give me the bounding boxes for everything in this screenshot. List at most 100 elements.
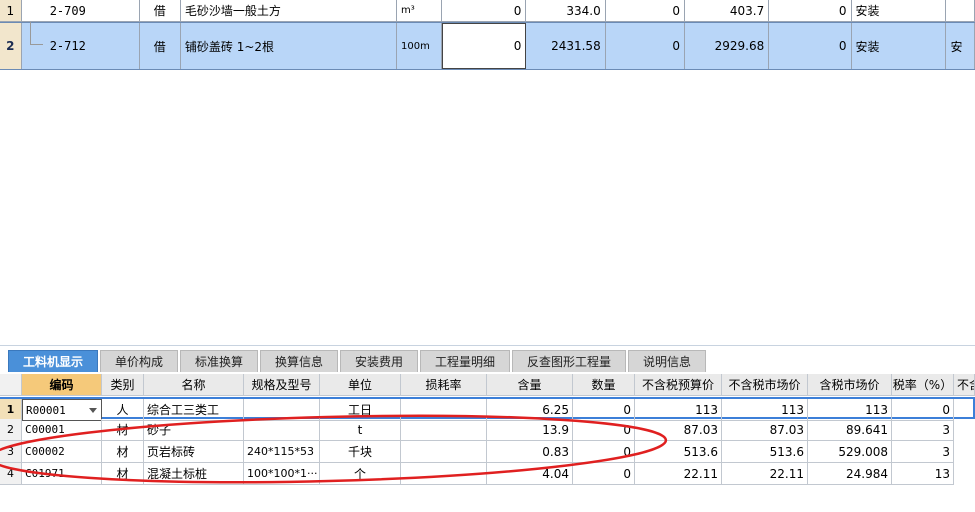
quota-value[interactable]: 0: [606, 23, 686, 69]
tax-rate-cell[interactable]: 3: [892, 441, 954, 463]
market-price-cell[interactable]: 87.03: [722, 419, 808, 441]
col-header-tax-market-price[interactable]: 含税市场价: [808, 374, 892, 396]
type-cell[interactable]: 材: [102, 441, 144, 463]
tax-market-price-cell[interactable]: 529.008: [808, 441, 892, 463]
row-number[interactable]: 3: [0, 441, 22, 463]
tax-market-price-cell[interactable]: 113: [808, 399, 892, 421]
content-cell[interactable]: 0.83: [487, 441, 573, 463]
spec-cell[interactable]: 100*100*1···: [244, 463, 320, 485]
quantity-cell[interactable]: 0: [573, 419, 635, 441]
quota-value[interactable]: 0: [606, 0, 686, 21]
budget-price-cell[interactable]: 513.6: [635, 441, 722, 463]
col-header-code[interactable]: 编码: [22, 374, 102, 396]
table-row[interactable]: 1 R00001 人 综合工三类工 工日 6.25 0 113 113 113 …: [0, 397, 975, 421]
quota-type[interactable]: 借: [140, 23, 181, 69]
row-number[interactable]: 4: [0, 463, 22, 485]
tab-description[interactable]: 说明信息: [628, 350, 706, 372]
unit-cell[interactable]: 工日: [320, 399, 401, 421]
content-cell[interactable]: 4.04: [487, 463, 573, 485]
col-header-budget-price[interactable]: 不含税预算价: [635, 374, 722, 396]
col-header-market-price[interactable]: 不含税市场价: [722, 374, 808, 396]
quantity-cell[interactable]: 0: [573, 441, 635, 463]
loss-cell[interactable]: [401, 463, 487, 485]
loss-cell[interactable]: [401, 419, 487, 441]
tab-reverse-graphic-quantity[interactable]: 反查图形工程量: [512, 350, 626, 372]
tax-rate-cell[interactable]: 3: [892, 419, 954, 441]
content-cell[interactable]: 6.25: [487, 399, 573, 421]
quota-extra[interactable]: 安: [946, 23, 975, 69]
row-number[interactable]: 2: [0, 23, 22, 69]
budget-price-cell[interactable]: 87.03: [635, 419, 722, 441]
col-header-unit[interactable]: 单位: [320, 374, 401, 396]
name-cell[interactable]: 综合工三类工: [144, 399, 244, 421]
quota-price[interactable]: 2431.58: [526, 23, 606, 69]
unit-cell[interactable]: 个: [320, 463, 401, 485]
content-cell[interactable]: 13.9: [487, 419, 573, 441]
quota-value[interactable]: 2929.68: [685, 23, 770, 69]
col-header-name[interactable]: 名称: [144, 374, 244, 396]
spec-cell[interactable]: [244, 419, 320, 441]
row-number[interactable]: 1: [0, 399, 22, 421]
unit-cell[interactable]: 千块: [320, 441, 401, 463]
quota-value[interactable]: 403.7: [685, 0, 770, 21]
type-cell[interactable]: 材: [102, 463, 144, 485]
code-cell[interactable]: C01971: [22, 463, 102, 485]
tab-install-fee[interactable]: 安装费用: [340, 350, 418, 372]
quota-extra[interactable]: [946, 0, 975, 21]
code-cell[interactable]: C00002: [22, 441, 102, 463]
quantity-cell[interactable]: 0: [573, 399, 635, 421]
spec-cell[interactable]: 240*115*53: [244, 441, 320, 463]
quota-value[interactable]: 0: [769, 0, 852, 21]
spec-cell[interactable]: [244, 399, 320, 421]
col-header-tax-rate[interactable]: 税率（%）: [892, 374, 954, 396]
quota-row-selected[interactable]: 2 2-712 借 铺砂盖砖 1~2根 100m 0 2431.58 0 292…: [0, 22, 975, 70]
type-cell[interactable]: 人: [102, 399, 144, 421]
type-cell[interactable]: 材: [102, 419, 144, 441]
quota-price[interactable]: 334.0: [526, 0, 606, 21]
chevron-down-icon[interactable]: [89, 408, 97, 413]
name-cell[interactable]: 混凝土标桩: [144, 463, 244, 485]
col-header-loss-rate[interactable]: 损耗率: [401, 374, 487, 396]
code-cell[interactable]: C00001: [22, 419, 102, 441]
quantity-cell[interactable]: 0: [573, 463, 635, 485]
quota-value[interactable]: 0: [769, 23, 852, 69]
col-header-spec[interactable]: 规格及型号: [244, 374, 320, 396]
quota-unit[interactable]: m³: [397, 0, 443, 21]
quota-category[interactable]: 安装: [852, 23, 947, 69]
tax-rate-cell[interactable]: 13: [892, 463, 954, 485]
quota-name[interactable]: 毛砂沙墙一般土方: [181, 0, 398, 21]
code-dropdown[interactable]: R00001: [22, 399, 102, 421]
quota-type[interactable]: 借: [140, 0, 181, 21]
col-header-more[interactable]: 不含: [954, 374, 975, 396]
budget-price-cell[interactable]: 22.11: [635, 463, 722, 485]
col-header-content[interactable]: 含量: [487, 374, 573, 396]
quota-code[interactable]: 2-709: [22, 0, 140, 21]
tab-standard-conversion[interactable]: 标准换算: [180, 350, 258, 372]
quota-quantity[interactable]: 0: [442, 0, 527, 21]
quota-name[interactable]: 铺砂盖砖 1~2根: [181, 23, 397, 69]
name-cell[interactable]: 砂子: [144, 419, 244, 441]
quota-category[interactable]: 安装: [852, 0, 947, 21]
table-row[interactable]: 3 C00002 材 页岩标砖 240*115*53 千块 0.83 0 513…: [0, 441, 975, 463]
loss-cell[interactable]: [401, 441, 487, 463]
market-price-cell[interactable]: 113: [722, 399, 808, 421]
market-price-cell[interactable]: 22.11: [722, 463, 808, 485]
tab-resource-display[interactable]: 工料机显示: [8, 350, 98, 372]
tax-market-price-cell[interactable]: 89.641: [808, 419, 892, 441]
col-header-type[interactable]: 类别: [102, 374, 144, 396]
row-number[interactable]: 1: [0, 0, 22, 21]
tax-rate-cell[interactable]: 0: [892, 399, 954, 421]
tax-market-price-cell[interactable]: 24.984: [808, 463, 892, 485]
table-row[interactable]: 4 C01971 材 混凝土标桩 100*100*1··· 个 4.04 0 2…: [0, 463, 975, 485]
col-header-quantity[interactable]: 数量: [573, 374, 635, 396]
budget-price-cell[interactable]: 113: [635, 399, 722, 421]
quota-row[interactable]: 1 2-709 借 毛砂沙墙一般土方 m³ 0 334.0 0 403.7 0 …: [0, 0, 975, 22]
loss-cell[interactable]: [401, 399, 487, 421]
tab-unit-price[interactable]: 单价构成: [100, 350, 178, 372]
market-price-cell[interactable]: 513.6: [722, 441, 808, 463]
unit-cell[interactable]: t: [320, 419, 401, 441]
quota-quantity-editor[interactable]: 0: [442, 23, 527, 69]
table-row[interactable]: 2 C00001 材 砂子 t 13.9 0 87.03 87.03 89.64…: [0, 419, 975, 441]
tab-conversion-info[interactable]: 换算信息: [260, 350, 338, 372]
row-number[interactable]: 2: [0, 419, 22, 441]
